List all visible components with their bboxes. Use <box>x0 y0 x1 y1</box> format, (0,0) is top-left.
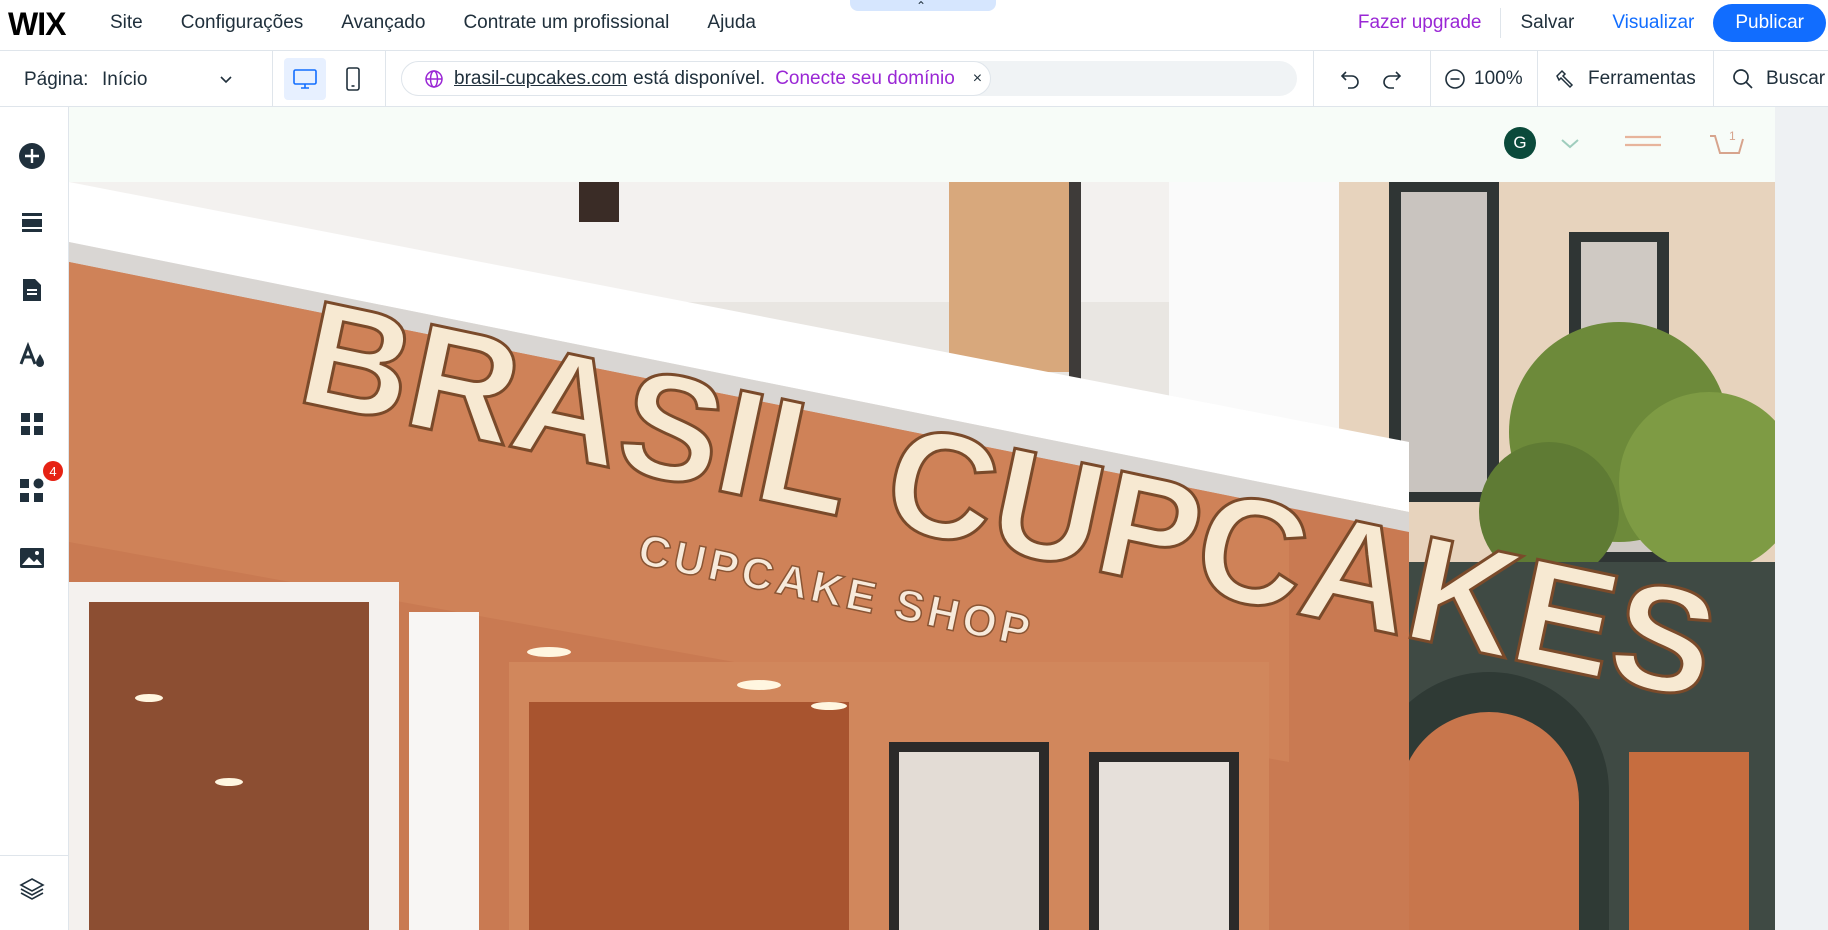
storefront-illustration: BRASIL CUPCAKES CUPCAKE SHOP <box>69 182 1775 930</box>
divider <box>1313 51 1314 107</box>
desktop-icon <box>293 69 317 89</box>
divider <box>1430 51 1431 107</box>
editor-canvas[interactable]: G 1 BRASIL CUPCAKES CUPCAKE SHOP <box>69 107 1775 930</box>
layers-button[interactable] <box>18 875 46 903</box>
chevron-down-icon[interactable] <box>1560 138 1580 150</box>
publish-button[interactable]: Publicar <box>1713 4 1826 42</box>
undo-icon[interactable] <box>1338 67 1362 91</box>
domain-banner: brasil-cupcakes.com está disponível. Con… <box>401 61 991 96</box>
divider <box>272 51 273 107</box>
save-button[interactable]: Salvar <box>1501 12 1593 34</box>
editor-toolbar: Página: Início brasil-cupcakes.com está … <box>0 51 1828 107</box>
business-apps-icon <box>20 478 44 502</box>
chevron-up-icon: ⌃ <box>916 0 927 13</box>
connect-domain-link[interactable]: Conecte seu domínio <box>775 68 955 90</box>
search-icon <box>1733 69 1753 89</box>
tools-button[interactable]: Ferramentas <box>1554 68 1696 90</box>
add-icon <box>19 143 45 169</box>
menu-site[interactable]: Site <box>110 12 143 34</box>
zoom-control[interactable]: 100% <box>1444 68 1523 90</box>
add-apps-button[interactable] <box>18 410 46 438</box>
desktop-view-button[interactable] <box>284 58 326 100</box>
zoom-out-icon[interactable] <box>1444 68 1466 90</box>
site-design-button[interactable] <box>18 342 46 370</box>
menu-settings[interactable]: Configurações <box>181 12 304 34</box>
add-elements-button[interactable] <box>18 142 46 170</box>
site-header[interactable]: G 1 <box>69 107 1775 182</box>
tools-label: Ferramentas <box>1588 68 1696 89</box>
divider <box>1537 51 1538 107</box>
domain-available-text: está disponível. <box>633 67 766 89</box>
top-menu: Site Configurações Avançado Contrate um … <box>110 12 756 34</box>
canvas-margin <box>1775 107 1828 930</box>
top-actions: Fazer upgrade Salvar Visualizar Publicar <box>1339 4 1828 42</box>
business-apps-button[interactable] <box>18 477 46 505</box>
apps-icon <box>21 413 43 435</box>
tools-icon <box>1556 69 1574 89</box>
search-button[interactable]: Buscar <box>1732 68 1825 90</box>
preview-button[interactable]: Visualizar <box>1593 12 1713 34</box>
notification-badge: 4 <box>43 461 63 481</box>
left-panel-bar: 4 <box>0 107 69 930</box>
add-section-button[interactable] <box>18 208 46 236</box>
theme-icon <box>19 342 44 367</box>
layers-icon <box>19 878 45 900</box>
cart-icon[interactable] <box>1709 127 1745 159</box>
globe-icon <box>425 69 443 88</box>
pages-menu-button[interactable] <box>18 276 46 304</box>
media-icon <box>20 548 44 568</box>
chevron-down-icon[interactable] <box>218 71 234 87</box>
avatar[interactable]: G <box>1504 127 1536 159</box>
hamburger-menu-icon[interactable] <box>1624 133 1662 153</box>
domain-name-link[interactable]: brasil-cupcakes.com <box>454 68 627 90</box>
upgrade-link[interactable]: Fazer upgrade <box>1339 12 1501 34</box>
pages-icon <box>23 279 41 301</box>
sections-icon <box>22 213 42 232</box>
hero-image[interactable]: BRASIL CUPCAKES CUPCAKE SHOP <box>69 182 1775 930</box>
menu-hire-pro[interactable]: Contrate um profissional <box>463 12 669 34</box>
domain-bar: brasil-cupcakes.com está disponível. Con… <box>401 61 1297 96</box>
divider <box>1713 51 1714 107</box>
mobile-view-button[interactable] <box>332 58 374 100</box>
page-label: Página: <box>24 69 89 90</box>
zoom-level: 100% <box>1474 68 1523 89</box>
cart-count: 1 <box>1729 129 1736 143</box>
wix-logo[interactable]: WIX <box>8 6 66 43</box>
divider <box>0 855 69 856</box>
close-icon[interactable]: × <box>973 70 982 88</box>
mobile-icon <box>346 67 360 91</box>
divider <box>385 51 386 107</box>
editor-top-bar: WIX Site Configurações Avançado Contrate… <box>0 0 1828 51</box>
collapse-toolbar-tab[interactable]: ⌃ <box>850 0 996 13</box>
media-button[interactable] <box>18 544 46 572</box>
menu-advanced[interactable]: Avançado <box>341 12 425 34</box>
search-label: Buscar <box>1766 68 1826 89</box>
redo-icon[interactable] <box>1380 67 1404 91</box>
menu-help[interactable]: Ajuda <box>707 12 756 34</box>
